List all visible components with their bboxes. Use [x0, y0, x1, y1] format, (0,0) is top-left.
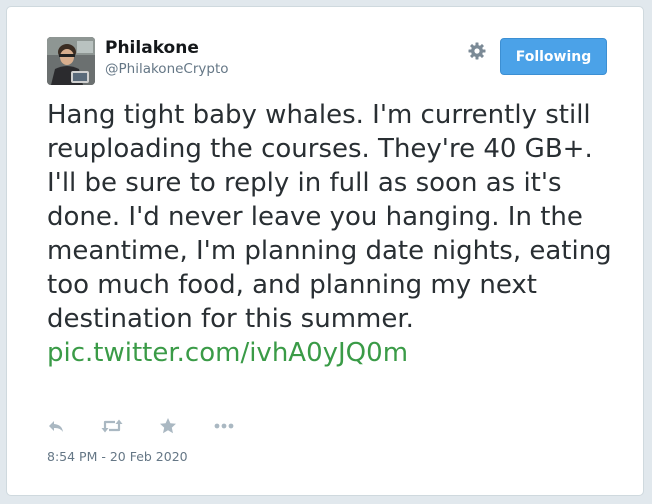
- more-icon[interactable]: [213, 417, 237, 437]
- following-button[interactable]: Following: [500, 38, 607, 75]
- tweet-card: Philakone @PhilakoneCrypto Following Han…: [6, 6, 644, 496]
- avatar-image: [47, 37, 95, 85]
- tweet-media-link[interactable]: pic.twitter.com/ivhA0yJQ0m: [47, 338, 408, 368]
- tweet-text: Hang tight baby whales. I'm currently st…: [47, 98, 622, 370]
- avatar[interactable]: [47, 37, 95, 85]
- user-handle[interactable]: @PhilakoneCrypto: [105, 61, 229, 77]
- display-name[interactable]: Philakone: [105, 38, 199, 58]
- reply-icon[interactable]: [47, 417, 71, 437]
- star-icon[interactable]: [159, 417, 183, 437]
- tweet-body: Hang tight baby whales. I'm currently st…: [47, 100, 612, 334]
- tweet-timestamp[interactable]: 8:54 PM - 20 Feb 2020: [47, 449, 188, 464]
- gear-icon[interactable]: [467, 41, 487, 61]
- retweet-icon[interactable]: [101, 417, 125, 437]
